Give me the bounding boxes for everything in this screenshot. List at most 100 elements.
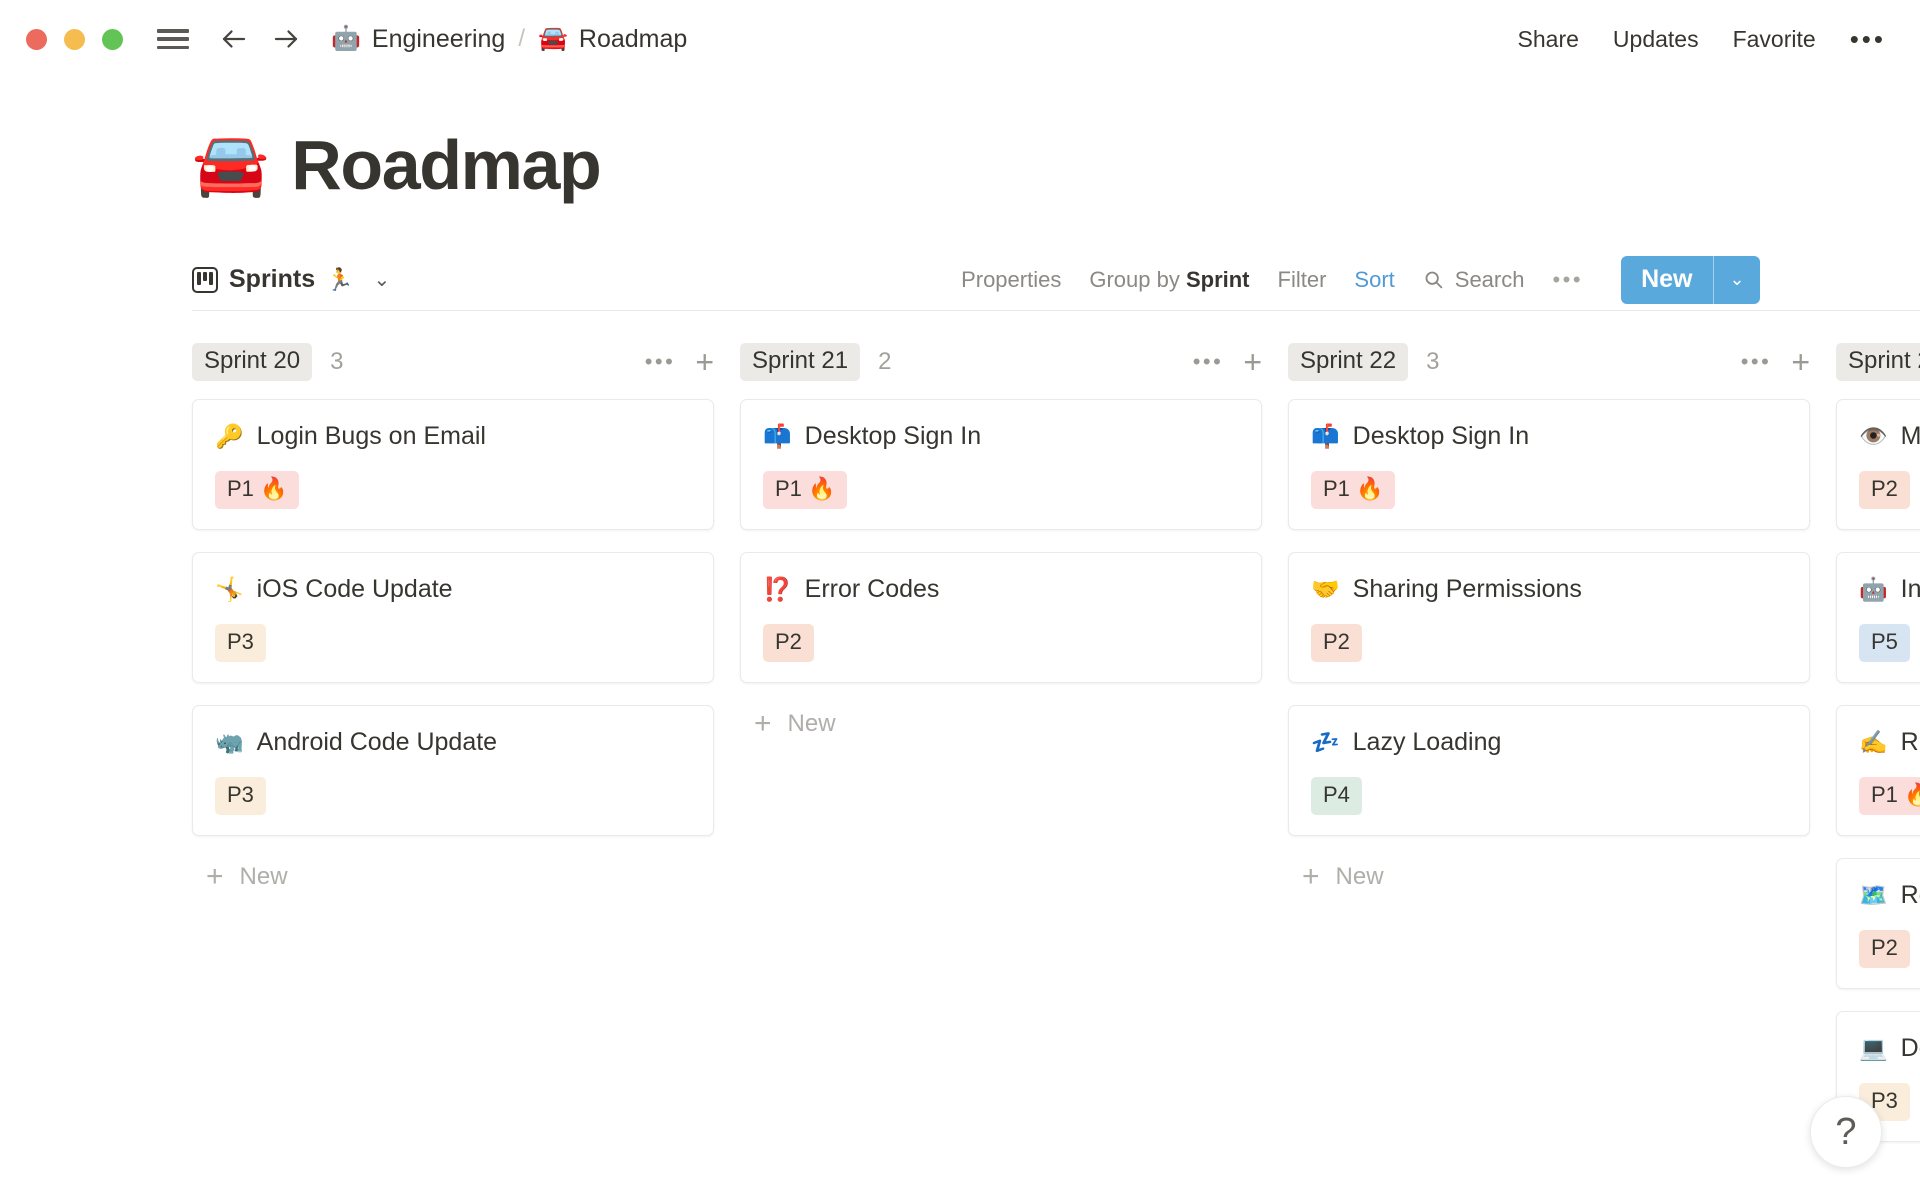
- card-emoji-icon: 🔑: [215, 423, 244, 449]
- column-new-card-button[interactable]: + New: [1288, 858, 1810, 892]
- board-card[interactable]: 🗺️ Roadmap Views P2: [1836, 858, 1920, 989]
- breadcrumb: 🤖 Engineering / 🚘 Roadmap: [331, 25, 687, 54]
- close-window-button[interactable]: [26, 28, 47, 50]
- breadcrumb-item-roadmap[interactable]: 🚘 Roadmap: [538, 25, 687, 54]
- column-add-card-icon[interactable]: +: [695, 346, 714, 378]
- card-emoji-icon: 🤸: [215, 576, 244, 602]
- column-more-options-icon[interactable]: •••: [1741, 349, 1772, 375]
- column-name-badge[interactable]: Sprint 23: [1836, 343, 1920, 381]
- card-title: ✍️ Rich Text Editing: [1859, 728, 1920, 757]
- column-header: Sprint 23•••+: [1836, 341, 1920, 383]
- column-add-card-icon[interactable]: +: [1791, 346, 1810, 378]
- group-by-prefix: Group by: [1089, 266, 1186, 292]
- breadcrumb-label-engineering: Engineering: [371, 24, 506, 53]
- share-button[interactable]: Share: [1518, 26, 1579, 53]
- board-card[interactable]: 🦏 Android Code Update P3: [192, 705, 714, 836]
- board-card[interactable]: 👁️ Mobile Notifications P2: [1836, 399, 1920, 530]
- priority-badge: P3: [215, 777, 266, 815]
- updates-button[interactable]: Updates: [1613, 26, 1699, 53]
- board-card[interactable]: 💤 Lazy Loading P4: [1288, 705, 1810, 836]
- view-more-options-icon[interactable]: •••: [1552, 267, 1583, 293]
- kanban-board[interactable]: Sprint 20 3 ••• + 🔑 Login Bugs on Email P1 🔥 🤸 i…: [0, 311, 1920, 1159]
- group-by-button[interactable]: Group by Sprint: [1089, 267, 1249, 293]
- search-label: Search: [1454, 266, 1525, 292]
- priority-badge: P1 🔥: [215, 471, 300, 509]
- sidebar-toggle-icon[interactable]: [157, 27, 189, 51]
- breadcrumb-item-engineering[interactable]: 🤖 Engineering: [331, 25, 505, 54]
- board-view-icon: [192, 266, 218, 293]
- card-title-text: Rich Text Editing: [1900, 728, 1920, 756]
- card-title: 🤝 Sharing Permissions: [1311, 575, 1787, 604]
- column-name-badge[interactable]: Sprint 20: [192, 343, 313, 381]
- window-controls[interactable]: [26, 28, 123, 50]
- priority-badge: P5: [1859, 624, 1910, 662]
- column-more-options-icon[interactable]: •••: [645, 349, 676, 375]
- view-name-label: Sprints: [229, 265, 316, 293]
- search-button[interactable]: Search: [1423, 266, 1525, 293]
- priority-badge: P2: [1859, 471, 1910, 509]
- card-title-text: Desktop App: [1900, 1034, 1920, 1062]
- new-button[interactable]: New ⌄: [1621, 255, 1760, 304]
- board-card[interactable]: 📫 Desktop Sign In P1 🔥: [740, 399, 1262, 530]
- board-card[interactable]: 🔑 Login Bugs on Email P1 🔥: [192, 399, 714, 530]
- board-column: Sprint 22 3 ••• + 📫 Desktop Sign In P1 🔥 🤝 Shari…: [1288, 341, 1810, 1159]
- page-body: 🚘 Roadmap Sprints 🏃 ⌄ Properties Group b…: [0, 125, 1920, 1159]
- window-title-bar: 🤖 Engineering / 🚘 Roadmap Share Updates …: [0, 0, 1920, 78]
- new-button-label[interactable]: New: [1621, 256, 1712, 304]
- board-card[interactable]: 🤸 iOS Code Update P3: [192, 552, 714, 683]
- page-title-text: Roadmap: [291, 126, 602, 204]
- priority-badge: P2: [1859, 930, 1910, 968]
- priority-badge: P3: [215, 624, 266, 662]
- new-button-chevron-down-icon[interactable]: ⌄: [1714, 256, 1760, 304]
- back-arrow-icon[interactable]: [219, 24, 249, 54]
- chevron-down-icon[interactable]: ⌄: [374, 267, 391, 292]
- forward-arrow-icon[interactable]: [271, 24, 301, 54]
- board-card[interactable]: 📫 Desktop Sign In P1 🔥: [1288, 399, 1810, 530]
- view-toolbar-actions: Properties Group by Sprint Filter Sort S…: [961, 255, 1760, 304]
- filter-button[interactable]: Filter: [1278, 267, 1327, 293]
- column-header: Sprint 22 3 ••• +: [1288, 341, 1810, 383]
- sort-button[interactable]: Sort: [1354, 267, 1394, 293]
- plus-icon: +: [206, 860, 224, 893]
- board-card[interactable]: ⁉️ Error Codes P2: [740, 552, 1262, 683]
- card-emoji-icon: 🤝: [1311, 576, 1340, 602]
- board-column: Sprint 21 2 ••• + 📫 Desktop Sign In P1 🔥 ⁉️ Erro…: [740, 341, 1262, 1159]
- priority-badge: P1 🔥: [1311, 471, 1396, 509]
- card-title: 🗺️ Roadmap Views: [1859, 881, 1920, 910]
- board-card[interactable]: ✍️ Rich Text Editing P1 🔥: [1836, 705, 1920, 836]
- favorite-button[interactable]: Favorite: [1733, 26, 1816, 53]
- page-icon-car-icon[interactable]: 🚘: [192, 134, 269, 196]
- card-title-text: Desktop Sign In: [1352, 422, 1530, 450]
- runner-icon: 🏃: [326, 266, 354, 292]
- column-card-count: 3: [330, 348, 344, 375]
- card-emoji-icon: ✍️: [1859, 729, 1888, 755]
- maximize-window-button[interactable]: [102, 28, 123, 50]
- column-name-badge[interactable]: Sprint 22: [1288, 343, 1409, 381]
- column-more-options-icon[interactable]: •••: [1193, 349, 1224, 375]
- board-card[interactable]: 🤖 Integrations P5: [1836, 552, 1920, 683]
- card-emoji-icon: 🤖: [1859, 576, 1888, 602]
- priority-badge: P1 🔥: [763, 471, 848, 509]
- view-toolbar: Sprints 🏃 ⌄ Properties Group by Sprint F…: [192, 249, 1920, 311]
- more-options-icon[interactable]: •••: [1850, 26, 1886, 52]
- card-emoji-icon: 💻: [1859, 1035, 1888, 1061]
- card-emoji-icon: ⁉️: [763, 576, 792, 602]
- card-emoji-icon: 💤: [1311, 729, 1340, 755]
- card-title-text: iOS Code Update: [256, 575, 453, 603]
- card-title: 👁️ Mobile Notifications: [1859, 422, 1920, 451]
- properties-button[interactable]: Properties: [961, 267, 1061, 293]
- board-card[interactable]: 🤝 Sharing Permissions P2: [1288, 552, 1810, 683]
- column-name-badge[interactable]: Sprint 21: [740, 343, 861, 381]
- help-button[interactable]: ?: [1810, 1096, 1882, 1168]
- navigation-arrows: [219, 24, 301, 54]
- new-card-label: New: [239, 863, 288, 890]
- column-new-card-button[interactable]: + New: [740, 705, 1262, 739]
- column-actions: ••• +: [1741, 346, 1810, 378]
- column-add-card-icon[interactable]: +: [1243, 346, 1262, 378]
- column-new-card-button[interactable]: + New: [192, 858, 714, 892]
- minimize-window-button[interactable]: [64, 28, 85, 50]
- card-emoji-icon: 🦏: [215, 729, 244, 755]
- column-actions: ••• +: [645, 346, 714, 378]
- card-title: 📫 Desktop Sign In: [763, 422, 1239, 451]
- view-tab-sprints[interactable]: Sprints 🏃 ⌄: [192, 265, 390, 294]
